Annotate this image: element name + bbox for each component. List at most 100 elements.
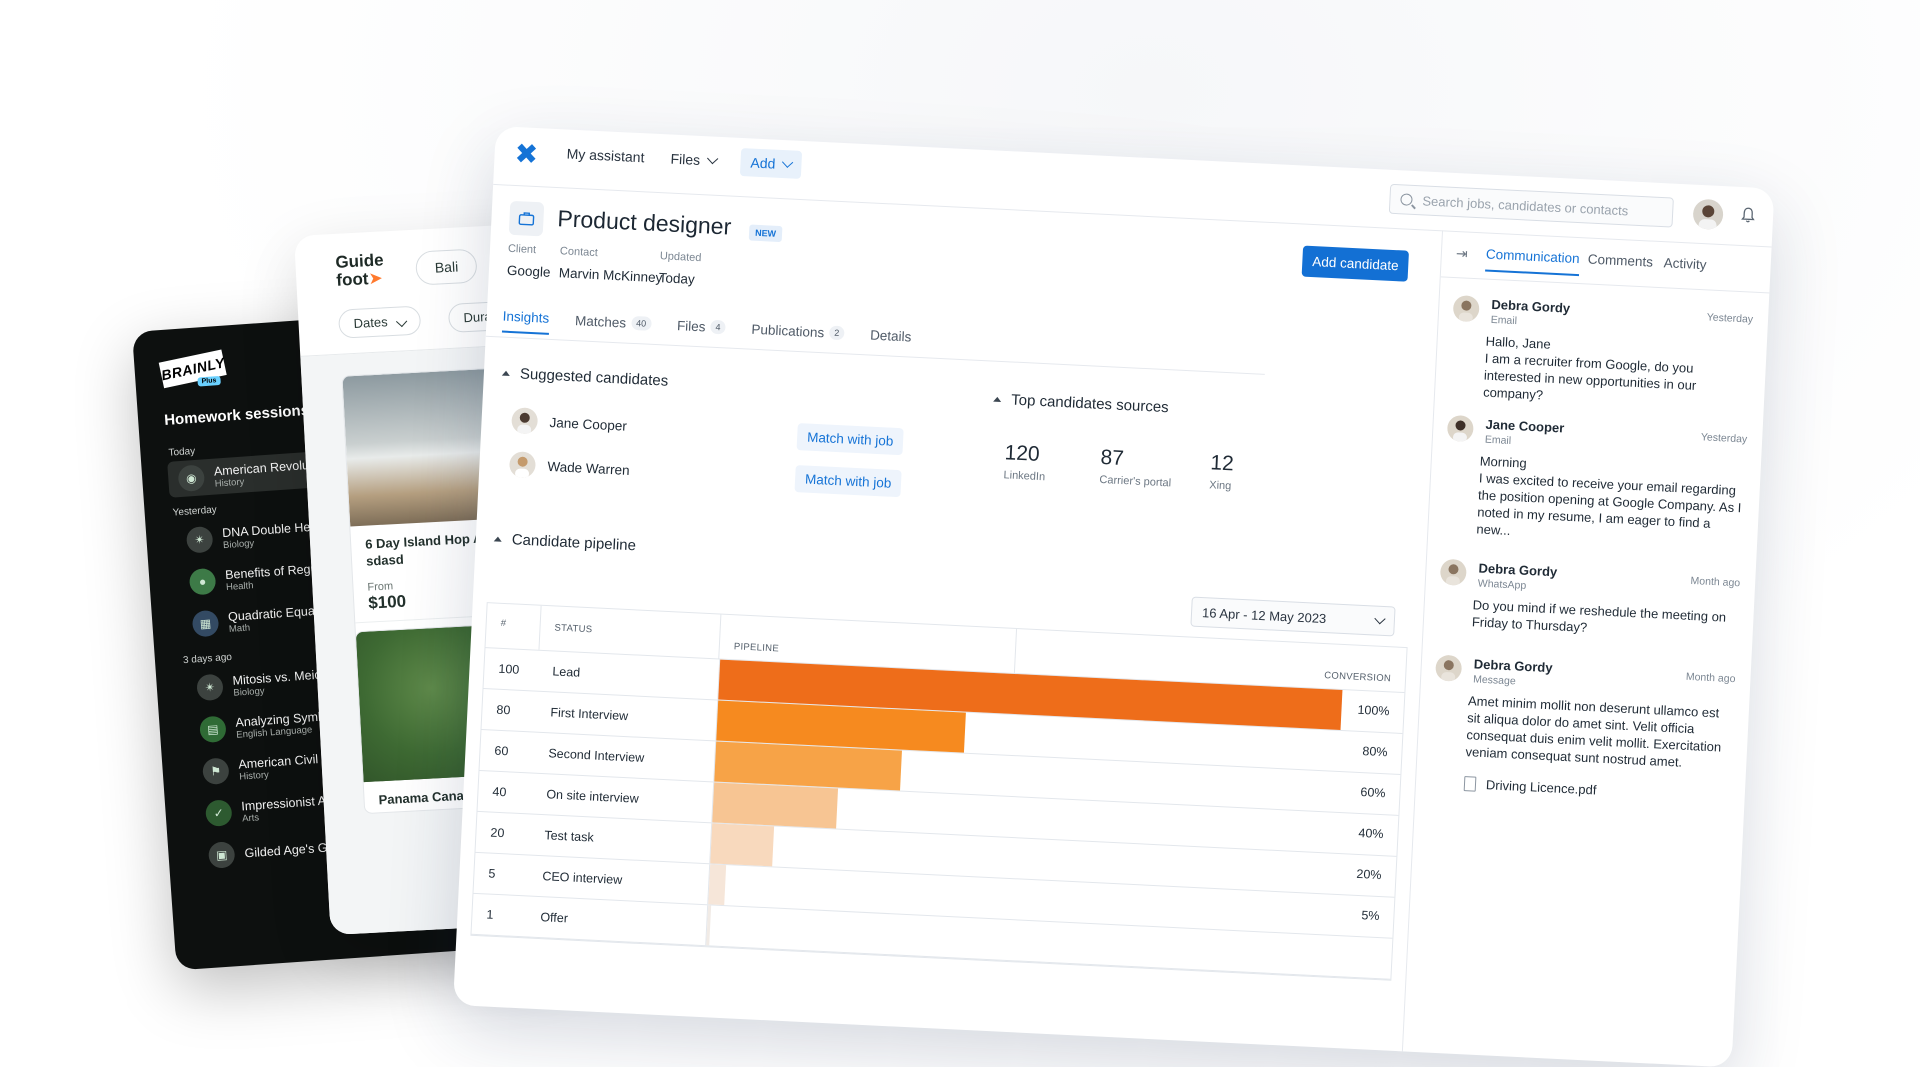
conversion-value: 60% xyxy=(1360,785,1386,801)
sender-avatar xyxy=(1439,558,1467,586)
tab-activity[interactable]: Activity xyxy=(1663,255,1706,280)
stage-count: 5 xyxy=(488,866,496,881)
section-title: Suggested candidates xyxy=(519,365,669,390)
pipeline-bar xyxy=(706,905,712,946)
collapse-panel-icon[interactable]: ⇥ xyxy=(1456,245,1469,263)
match-with-job-button[interactable]: Match with job xyxy=(796,423,905,456)
conversion-value: 40% xyxy=(1358,825,1384,842)
tab-publications[interactable]: Publications 2 xyxy=(751,319,845,350)
tab-label: Matches xyxy=(574,312,627,331)
stage-count: 80 xyxy=(496,702,511,718)
meta-label: Client xyxy=(507,242,537,257)
source-stat-linkedin: 120 LinkedIn xyxy=(1003,441,1046,483)
user-avatar[interactable] xyxy=(1692,198,1724,231)
nav-my-assistant[interactable]: My assistant xyxy=(566,145,645,165)
sender-avatar xyxy=(1446,414,1474,443)
source-stat-portal: 87 Carrier's portal xyxy=(1099,446,1173,489)
candidate-avatar xyxy=(508,451,537,479)
brush-icon: ✓ xyxy=(204,799,233,827)
search-input[interactable] xyxy=(1420,191,1665,221)
tab-matches[interactable]: Matches 40 xyxy=(574,310,652,340)
message-time: Month ago xyxy=(1685,670,1736,686)
message-item[interactable]: Debra Gordy WhatsApp Month ago Do you mi… xyxy=(1437,558,1741,648)
nav-add-button[interactable]: Add xyxy=(739,148,803,179)
collapse-caret-icon xyxy=(993,396,1002,403)
building-icon: ▣ xyxy=(207,841,236,869)
stage-count: 40 xyxy=(492,784,507,800)
session-item[interactable]: ✴ Mitosis vs. Meio Biology xyxy=(196,662,323,707)
meta-label: Contact xyxy=(559,245,599,260)
message-time: Month ago xyxy=(1690,574,1741,590)
conversion-value: 100% xyxy=(1357,702,1390,719)
candidate-row[interactable]: Wade Warren xyxy=(508,451,630,483)
nav-files[interactable]: Files xyxy=(670,151,718,169)
stat-label: LinkedIn xyxy=(1003,469,1046,484)
session-item[interactable]: ✓ Impressionist A Arts xyxy=(204,788,328,832)
stage-name: First Interview xyxy=(550,705,629,724)
flag-icon: ⚑ xyxy=(201,757,230,786)
dates-filter[interactable]: Dates xyxy=(337,305,421,339)
tab-files[interactable]: Files 4 xyxy=(676,315,726,343)
tab-communication[interactable]: Communication xyxy=(1485,246,1580,277)
notifications-bell-icon[interactable] xyxy=(1741,207,1756,223)
sender-avatar xyxy=(1452,294,1480,323)
section-3-days-ago: 3 days ago xyxy=(182,651,233,667)
tab-count: 40 xyxy=(630,315,652,331)
session-item[interactable]: ▦ Quadratic Equat Math xyxy=(191,598,320,643)
stage-name: On site interview xyxy=(546,787,640,806)
meta-value[interactable]: Marvin McKinney xyxy=(559,265,663,285)
date-range-value: 16 Apr - 12 May 2023 xyxy=(1201,604,1327,626)
conversion-value: 80% xyxy=(1362,744,1388,760)
app-logo-icon[interactable]: ✖ xyxy=(514,137,539,171)
add-candidate-button[interactable]: Add candidate xyxy=(1301,245,1410,282)
conversion-value: 5% xyxy=(1361,908,1380,924)
date-range-picker[interactable]: 16 Apr - 12 May 2023 xyxy=(1190,596,1396,637)
session-item[interactable]: ● Benefits of Regu Health xyxy=(188,556,319,601)
message-item[interactable]: Debra Gordy Message Month ago Amet minim… xyxy=(1429,654,1736,819)
meta-label: Updated xyxy=(659,250,702,265)
message-item[interactable]: Jane Cooper Email Yesterday Morning I wa… xyxy=(1442,414,1748,559)
pipeline-table: # STATUS PIPELINE CONVERSION 100 Lead 100%… xyxy=(470,602,1408,981)
suggested-candidates-header[interactable]: Suggested candidates xyxy=(501,365,669,390)
match-with-job-button[interactable]: Match with job xyxy=(794,465,902,498)
sender-name: Debra Gordy xyxy=(1478,560,1558,580)
search-icon xyxy=(1400,193,1413,206)
meta-value: Today xyxy=(658,270,696,287)
top-sources-header[interactable]: Top candidates sources xyxy=(993,391,1170,417)
col-status-header: STATUS xyxy=(539,605,722,659)
tab-comments[interactable]: Comments xyxy=(1587,252,1653,278)
chevron-down-icon xyxy=(706,152,718,165)
candidate-row[interactable]: Jane Cooper xyxy=(511,407,627,439)
destination-search[interactable]: Bali xyxy=(414,248,479,286)
attachment-name: Driving Licence.pdf xyxy=(1485,777,1597,798)
session-item[interactable]: ▣ Gilded Age's G xyxy=(207,830,328,874)
message-body: Amet minim mollit non deserunt ullamco e… xyxy=(1465,693,1722,770)
section-title: Top candidates sources xyxy=(1010,391,1170,417)
stage-count: 60 xyxy=(494,743,509,759)
global-search[interactable] xyxy=(1388,183,1674,228)
sender-name: Jane Cooper xyxy=(1485,416,1565,436)
stage-name: Second Interview xyxy=(548,746,645,765)
candidate-pipeline-header[interactable]: Candidate pipeline xyxy=(493,530,636,554)
sessions-title: Homework sessions xyxy=(163,401,310,429)
chevron-down-icon xyxy=(1374,613,1386,625)
nav-add-label: Add xyxy=(750,154,776,172)
stat-label: Xing xyxy=(1209,479,1232,493)
candidate-name: Jane Cooper xyxy=(549,414,628,434)
message-item[interactable]: Debra Gordy Email Yesterday Hallo, Jane … xyxy=(1449,294,1754,410)
message-body: Morning I was excited to receive your em… xyxy=(1476,453,1742,539)
tab-details[interactable]: Details xyxy=(869,325,912,353)
communication-panel: ⇥ Communication Comments Activity Debra … xyxy=(1401,230,1773,1067)
message-channel: Email xyxy=(1490,313,1518,328)
session-item[interactable]: ✴ DNA Double Hel Biology xyxy=(185,514,314,559)
attachment-link[interactable]: Driving Licence.pdf xyxy=(1463,776,1597,798)
tab-insights[interactable]: Insights xyxy=(501,306,550,335)
message-body: Hallo, Jane I am a recruiter from Google… xyxy=(1482,333,1697,403)
sender-avatar xyxy=(1435,654,1463,682)
tab-label: Insights xyxy=(502,308,550,326)
chat-icon: ● xyxy=(188,567,217,596)
session-item[interactable]: ⚑ American Civil W History xyxy=(201,745,335,790)
session-item[interactable]: ▤ Analyzing Symb English Language xyxy=(199,704,327,749)
meta-updated: Updated Today xyxy=(658,250,701,287)
message-channel: WhatsApp xyxy=(1477,577,1527,592)
